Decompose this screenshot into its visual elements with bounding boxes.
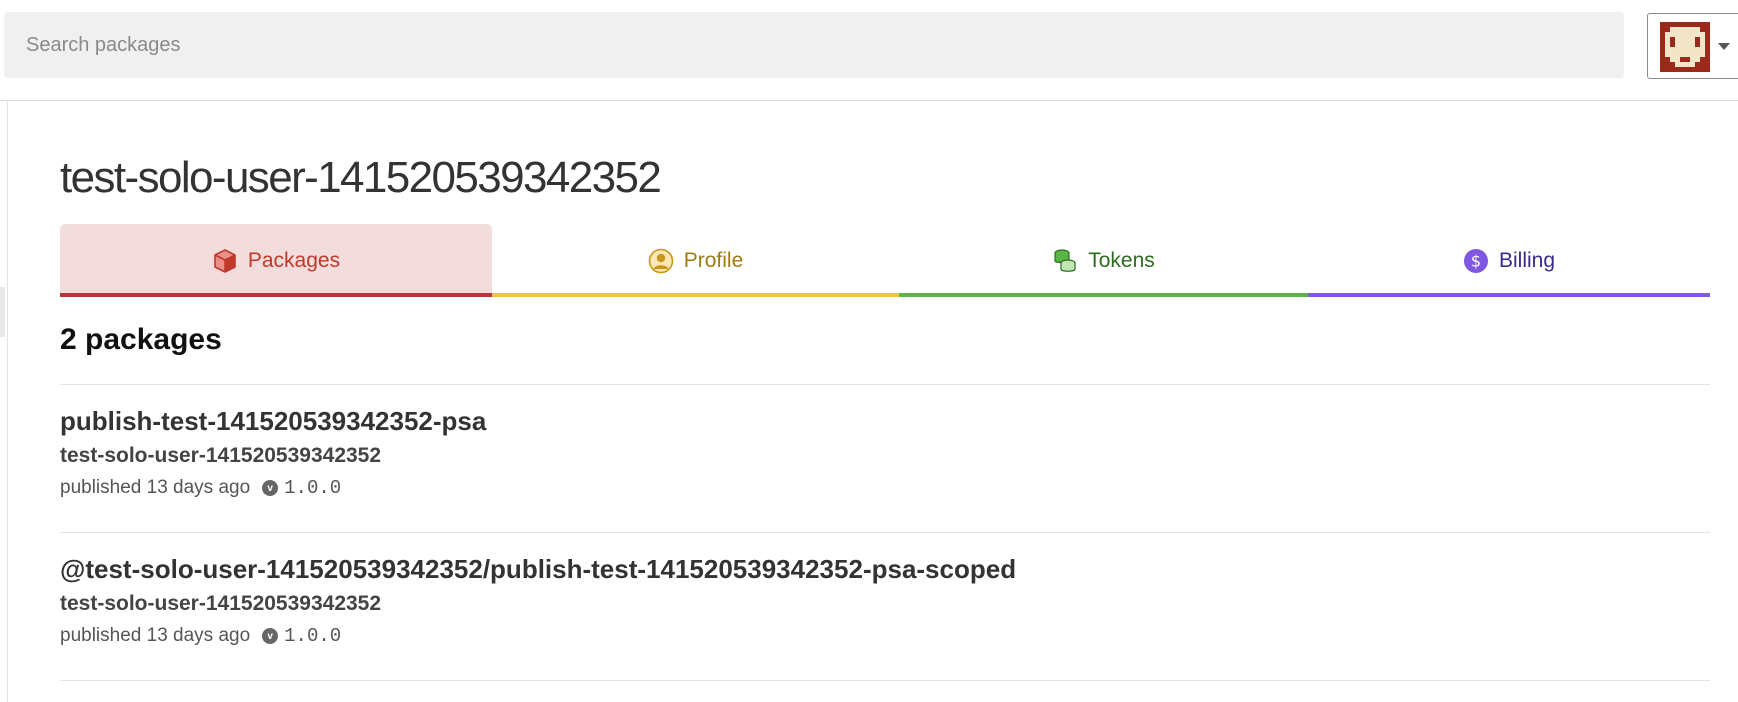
user-menu-button[interactable] <box>1647 13 1738 79</box>
pixel-avatar-icon <box>1660 22 1710 72</box>
left-rail <box>0 101 8 702</box>
package-publisher[interactable]: test-solo-user-141520539342352 <box>60 444 381 468</box>
profile-tabs: Packages Profile Tokens $ Billing <box>60 224 1710 297</box>
user-circle-icon <box>648 248 674 273</box>
tab-billing[interactable]: $ Billing <box>1308 224 1710 297</box>
tab-billing-label: Billing <box>1498 248 1556 272</box>
package-cube-icon <box>214 248 236 273</box>
package-name-link[interactable]: publish-test-141520539342352-psa <box>60 406 486 437</box>
tab-packages[interactable]: Packages <box>60 224 492 297</box>
tab-profile-label: Profile <box>683 248 744 272</box>
top-bar <box>0 0 1738 101</box>
list-item: publish-test-141520539342352-psa test-so… <box>60 385 1710 533</box>
list-item: @test-solo-user-141520539342352/publish-… <box>60 533 1710 681</box>
tab-tokens[interactable]: Tokens <box>899 224 1308 297</box>
tab-profile[interactable]: Profile <box>492 224 899 297</box>
package-count: 2 packages <box>60 323 222 356</box>
package-version: 1.0.0 <box>284 625 342 647</box>
package-version: 1.0.0 <box>284 477 342 499</box>
published-time: published 13 days ago <box>60 477 251 498</box>
left-rail-tab[interactable] <box>0 287 5 337</box>
tab-packages-label: Packages <box>247 248 341 272</box>
chevron-down-icon <box>1718 43 1730 50</box>
package-meta: published 13 days ago v 1.0.0 <box>60 477 341 499</box>
tab-tokens-label: Tokens <box>1088 248 1155 272</box>
published-time: published 13 days ago <box>60 625 251 646</box>
search-input[interactable] <box>4 12 1624 78</box>
coins-stack-icon <box>1054 248 1076 272</box>
svg-text:$: $ <box>1471 251 1481 270</box>
package-name-link[interactable]: @test-solo-user-141520539342352/publish-… <box>60 554 1016 585</box>
package-meta: published 13 days ago v 1.0.0 <box>60 625 341 647</box>
page-title: test-solo-user-141520539342352 <box>60 153 662 202</box>
version-icon: v <box>262 480 279 496</box>
dollar-circle-icon: $ <box>1463 248 1488 273</box>
package-list: publish-test-141520539342352-psa test-so… <box>60 384 1710 681</box>
version-icon: v <box>262 628 279 644</box>
package-publisher[interactable]: test-solo-user-141520539342352 <box>60 592 381 616</box>
